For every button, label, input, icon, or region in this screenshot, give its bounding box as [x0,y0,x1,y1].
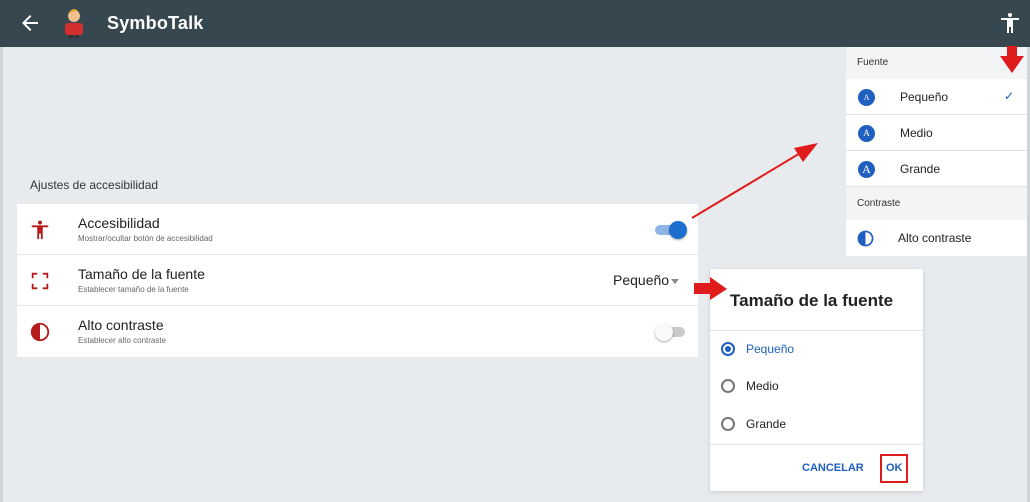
radio-label: Medio [746,379,779,393]
settings-card: Accesibilidad Mostrar/ocultar botón de a… [17,204,698,357]
setting-row-high-contrast[interactable]: Alto contraste Establecer alto contraste [17,306,698,357]
accessibility-toggle[interactable] [655,221,687,239]
divider [710,444,923,445]
annotation-arrow-head [794,143,818,162]
menu-item-label: Medio [900,126,933,140]
check-icon: ✓ [1004,89,1015,103]
menu-item-label: Grande [900,162,941,176]
radio-button[interactable] [721,379,735,393]
ok-button[interactable]: OK [886,462,903,474]
menu-item-high-contrast[interactable]: Alto contraste [846,220,1027,256]
menu-item-label: Alto contraste [898,231,972,245]
setting-row-font-size[interactable]: Tamaño de la fuente Establecer tamaño de… [17,255,698,306]
app-bar: SymboTalk [0,0,1030,47]
cancel-button[interactable]: CANCELAR [802,462,864,474]
radio-label: Grande [746,417,787,431]
toggle-knob [655,323,673,341]
menu-item-large-font[interactable]: A Grande [846,151,1027,187]
accessibility-menu: Fuente A Pequeño ✓ A Medio A Grande Cont… [846,47,1027,256]
setting-label: Alto contraste [78,317,164,333]
accessibility-icon [31,220,49,240]
menu-item-medium-font[interactable]: A Medio [846,115,1027,151]
setting-sublabel: Establecer alto contraste [78,336,167,345]
font-medium-icon: A [858,125,875,142]
radio-button[interactable] [721,342,735,356]
radio-option-medium[interactable]: Medio [710,368,923,404]
setting-label: Tamaño de la fuente [78,266,205,282]
font-size-dropdown[interactable]: Pequeño [613,272,669,288]
radio-button[interactable] [721,417,735,431]
font-large-icon: A [858,161,875,178]
font-size-icon [31,272,49,290]
font-header: Fuente [857,57,889,68]
high-contrast-toggle[interactable] [655,323,687,341]
app-title: SymboTalk [107,13,204,33]
contrast-header: Contraste [857,198,901,209]
dialog-title: Tamaño de la fuente [730,291,894,310]
radio-option-small[interactable]: Pequeño [710,331,923,367]
font-size-dialog: Tamaño de la fuente Pequeño Medio Grande… [710,269,923,491]
setting-sublabel: Establecer tamaño de la fuente [78,285,189,294]
toggle-knob [669,221,687,239]
setting-label: Accesibilidad [78,215,160,231]
contrast-icon [857,230,874,247]
contrast-icon [30,322,50,342]
radio-label: Pequeño [746,342,795,356]
boy-avatar-icon [65,9,83,38]
setting-sublabel: Mostrar/ocultar botón de accesibilidad [78,234,213,243]
menu-item-small-font[interactable]: A Pequeño ✓ [846,79,1027,115]
chevron-down-icon[interactable] [671,279,679,284]
annotation-arrow-line [691,151,803,219]
section-title: Ajustes de accesibilidad [30,178,159,192]
accessibility-icon[interactable] [998,11,1022,35]
menu-item-label: Pequeño [900,90,949,104]
arrow-left-icon[interactable] [18,11,42,35]
font-small-icon: A [858,89,875,106]
setting-row-accessibility[interactable]: Accesibilidad Mostrar/ocultar botón de a… [17,204,698,255]
radio-option-large[interactable]: Grande [710,406,923,442]
window-edge-left [0,47,3,502]
